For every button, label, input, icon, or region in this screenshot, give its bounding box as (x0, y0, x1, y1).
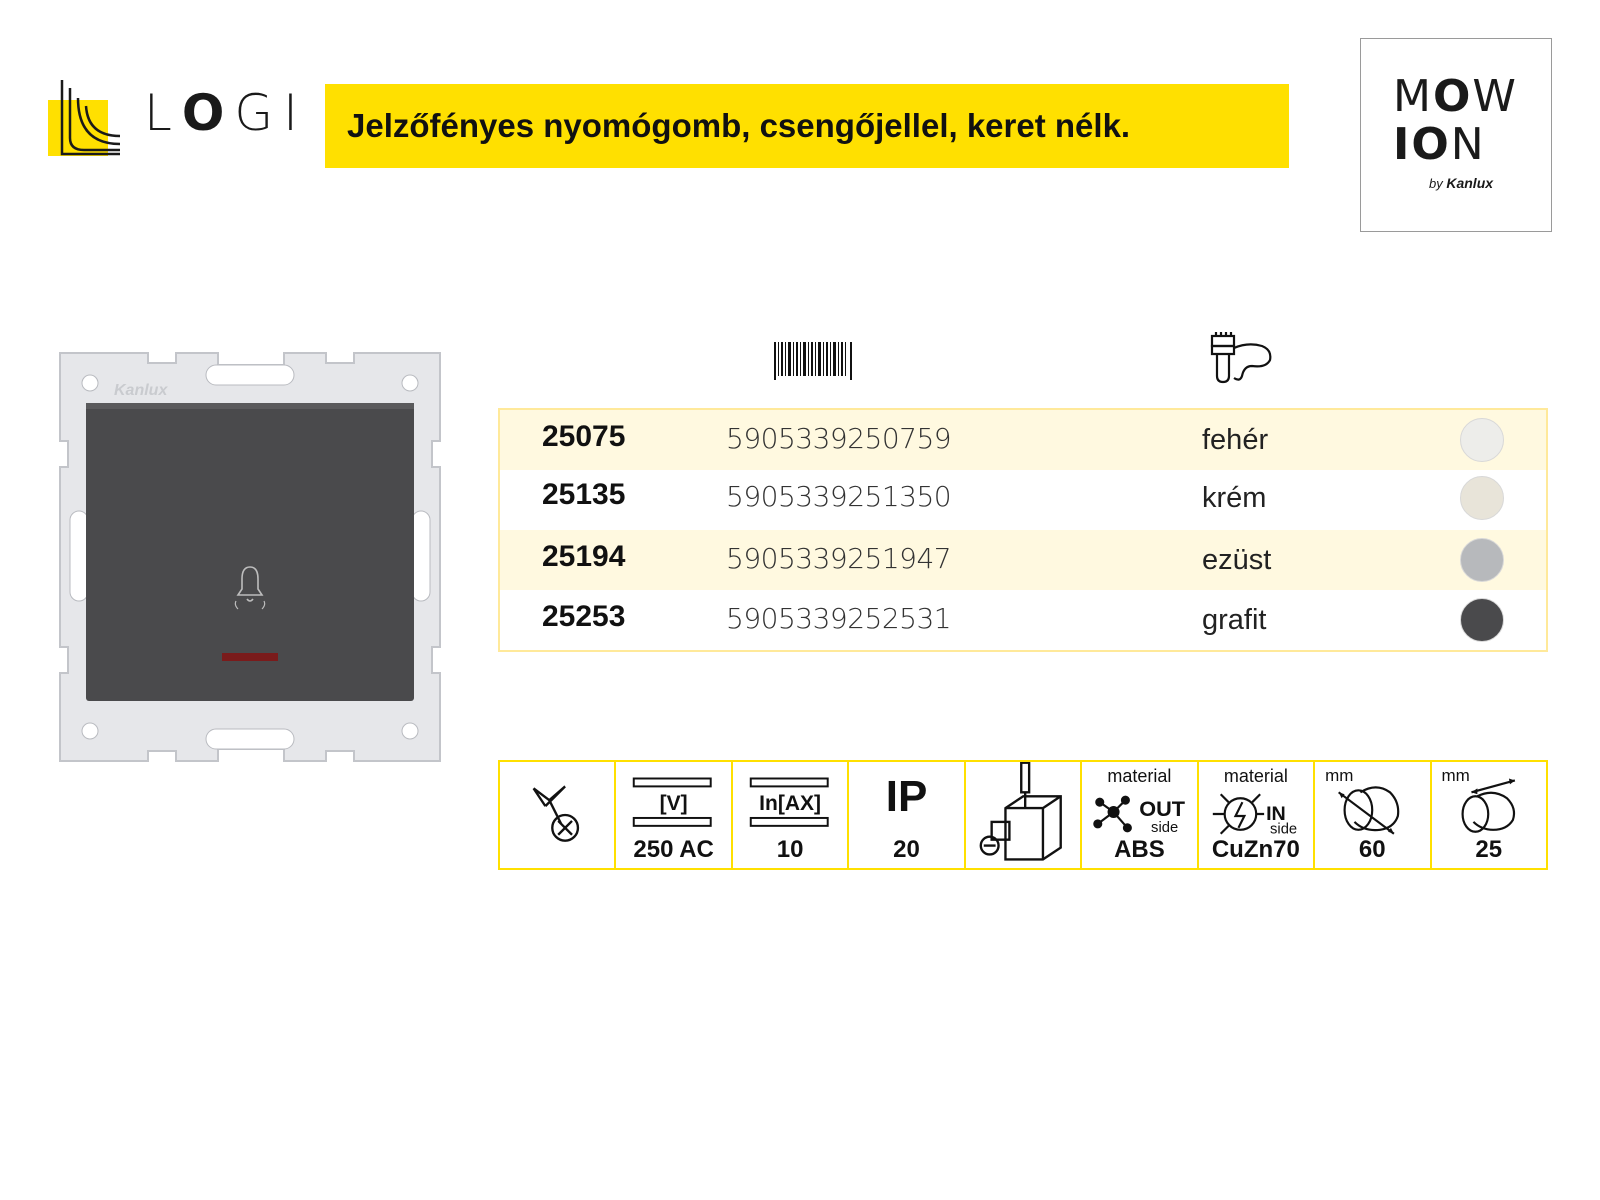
ean-code: 5905339252531 (726, 602, 952, 635)
product-code: 25135 (542, 478, 626, 511)
ean-code: 5905339251350 (726, 480, 952, 513)
ip-value: 20 (893, 836, 920, 863)
color-name: fehér (1202, 424, 1269, 456)
spec-current: In[AX] 10 (730, 762, 847, 868)
voltage-label: [V] (659, 792, 688, 815)
spec-mount (500, 762, 614, 868)
variant-table: 25075 5905339250759 fehér 25135 59053392… (498, 408, 1548, 652)
product-image: Kanlux (59, 352, 441, 762)
logi-wordmark: LOGI (144, 84, 308, 142)
diameter-value: 60 (1358, 836, 1386, 863)
spec-table: [V] 250 AC In[AX] 10 IP 20 material OUT … (498, 760, 1548, 870)
current-label: In[AX] (759, 792, 821, 815)
logi-mark-icon (48, 80, 121, 156)
mowion-byline: by Kanlux (1429, 175, 1494, 191)
mowion-line1: MOW (1393, 71, 1518, 122)
color-name: krém (1202, 482, 1267, 514)
depth-value: 25 (1475, 836, 1503, 863)
voltage-value: 250 AC (633, 836, 714, 863)
table-row: 25253 5905339252531 grafit (500, 590, 1546, 650)
spec-depth: mm 25 (1429, 762, 1546, 868)
product-title: Jelzőfényes nyomógomb, csengőjellel, ker… (347, 107, 1131, 144)
ip-label: IP (885, 772, 928, 821)
barcode-icon (774, 342, 852, 380)
spec-diameter: mm 60 (1313, 762, 1429, 868)
logi-logo: LOGI (48, 78, 298, 160)
spec-terminal (963, 762, 1080, 868)
spec-material-out: material OUT side ABS (1080, 762, 1196, 868)
spec-voltage: [V] 250 AC (614, 762, 730, 868)
paint-brush-icon (1210, 332, 1272, 384)
spec-material-in: material IN side CuZn70 (1196, 762, 1313, 868)
flush-mount-icon (532, 785, 580, 842)
material-out-value: ABS (1114, 836, 1165, 863)
color-swatch (1460, 598, 1504, 642)
svg-text:side: side (1151, 820, 1178, 836)
table-row: 25135 5905339251350 krém (500, 468, 1546, 528)
svg-text:OUT: OUT (1139, 796, 1186, 821)
product-code: 25253 (542, 600, 626, 633)
product-code: 25194 (542, 540, 626, 573)
color-swatch (1460, 476, 1504, 520)
color-name: grafit (1202, 604, 1267, 636)
mowion-logo: MOW ION by Kanlux (1360, 38, 1552, 232)
color-swatch (1460, 418, 1504, 462)
color-name: ezüst (1202, 544, 1272, 576)
ean-code: 5905339251947 (726, 542, 952, 575)
table-row: 25075 5905339250759 fehér (500, 410, 1546, 470)
mowion-line2: ION (1393, 119, 1486, 170)
svg-text:Kanlux: Kanlux (114, 382, 168, 399)
color-swatch (1460, 538, 1504, 582)
screw-terminal-icon (979, 762, 1062, 861)
current-value: 10 (776, 836, 804, 863)
material-in-value: CuZn70 (1211, 836, 1300, 863)
spec-ip: IP 20 (847, 762, 963, 868)
table-row: 25194 5905339251947 ezüst (500, 530, 1546, 590)
product-code: 25075 (542, 420, 626, 453)
title-banner: Jelzőfényes nyomógomb, csengőjellel, ker… (325, 84, 1289, 168)
ean-code: 5905339250759 (726, 422, 952, 455)
